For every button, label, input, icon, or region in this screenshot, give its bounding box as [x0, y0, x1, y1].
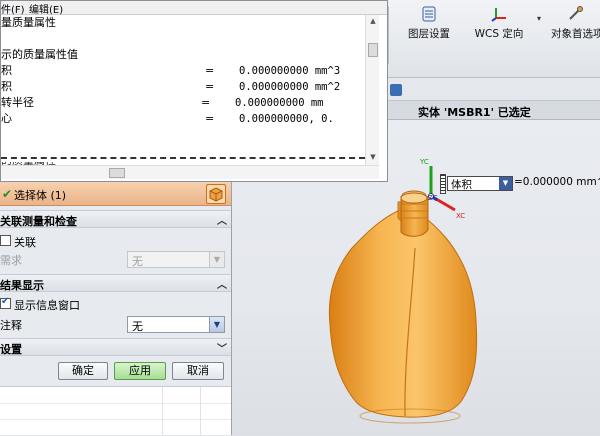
grid-line — [162, 387, 163, 436]
scroll-up-icon[interactable]: ▲ — [367, 15, 379, 27]
hscroll-thumb[interactable] — [109, 168, 125, 178]
wcs-axes-icon — [491, 8, 506, 22]
wcs-orient-label: WCS 定向 — [474, 28, 524, 40]
layer-settings-icon — [422, 6, 436, 22]
measure-type-value: 体积 — [451, 179, 472, 191]
associative-label: 关联 — [14, 236, 36, 249]
measure-widget-grip[interactable] — [440, 174, 446, 194]
info-line-label: 积 — [1, 64, 12, 77]
secondary-toolbar — [380, 78, 600, 100]
annotation-label: 注释 — [0, 319, 22, 332]
toolbar-separator — [388, 6, 389, 64]
cancel-button[interactable]: 取消 — [172, 362, 224, 380]
object-preferences-label: 对象首选项 — [551, 28, 600, 40]
object-preferences-icon — [568, 6, 583, 20]
cube-icon[interactable] — [390, 84, 402, 96]
info-line-value: 0.000000000 mm — [235, 97, 324, 109]
xc-axis-label: XC — [456, 212, 466, 220]
yc-axis-label: YC — [420, 158, 429, 166]
select-body-row[interactable]: ✔ 选择体 (1) — [0, 182, 231, 206]
wcs-dropdown-arrow[interactable]: ▾ — [537, 14, 541, 23]
info-line: 量质量属性 — [1, 16, 56, 29]
section-results-label: 结果显示 — [0, 279, 44, 292]
section-assoc-measure[interactable]: 关联测量和检查 ︿ — [0, 210, 231, 228]
grid-line — [0, 419, 231, 420]
chevron-up-icon[interactable]: ︿ — [217, 276, 227, 291]
info-line-eq: = — [205, 112, 215, 125]
info-line-label: 积 — [1, 80, 12, 93]
info-line: 示的质量属性值 — [1, 48, 78, 61]
cube-icon — [209, 187, 223, 202]
status-bar: 实体 'MSBR1' 已选定 — [380, 100, 600, 120]
annotation-select[interactable]: 无 ▼ — [127, 316, 225, 333]
section-settings[interactable]: 设置 ﹀ — [0, 338, 231, 356]
measure-type-select[interactable]: 体积 ▼ — [447, 176, 513, 191]
require-value: 无 — [132, 255, 143, 268]
associative-checkbox[interactable] — [0, 235, 11, 246]
section-settings-label: 设置 — [0, 343, 22, 356]
select-body-label: 选择体 (1) — [14, 189, 67, 202]
chevron-down-icon[interactable]: ﹀ — [217, 340, 227, 355]
info-line-value: 0.000000000 mm^2 — [239, 81, 341, 93]
info-line-eq: = — [205, 64, 215, 77]
menu-edit[interactable]: 编辑(E) — [29, 1, 63, 16]
grid-line — [200, 387, 201, 436]
info-line-label: 心 — [1, 112, 12, 125]
lower-panel — [0, 386, 231, 436]
apply-button[interactable]: 应用 — [114, 362, 166, 380]
layer-settings-button[interactable]: 图层设置 — [400, 6, 458, 41]
chevron-down-icon[interactable]: ▼ — [499, 177, 512, 190]
zc-axis-label: ZC — [428, 194, 438, 202]
info-line-cut: 的质量属性 — [1, 154, 56, 165]
chevron-down-icon[interactable]: ▼ — [209, 317, 224, 332]
layer-settings-label: 图层设置 — [408, 28, 450, 40]
info-line-eq: = — [201, 96, 211, 109]
status-text: 实体 'MSBR1' 已选定 — [418, 106, 531, 119]
require-select[interactable]: 无 ▼ — [127, 251, 225, 268]
wcs-orient-button[interactable]: WCS 定向 — [470, 6, 528, 41]
show-info-window-label: 显示信息窗口 — [14, 299, 80, 312]
info-menu-bar: 件(F) 编辑(E) — [1, 1, 387, 16]
scroll-thumb[interactable] — [368, 43, 378, 57]
select-body-cube-icon[interactable] — [206, 184, 226, 204]
require-label: 需求 — [0, 254, 22, 267]
chevron-down-icon[interactable]: ▼ — [209, 252, 224, 267]
grid-line — [0, 403, 231, 404]
menu-file[interactable]: 件(F) — [1, 1, 25, 16]
info-line-label: 转半径 — [1, 96, 34, 109]
measure-readout: =0.000000 mm^3 — [514, 176, 600, 188]
section-results-display[interactable]: 结果显示 ︿ — [0, 274, 231, 292]
measure-bodies-dialog: ✔ 选择体 (1) 关联测量和检查 ︿ 关联 需求 无 ▼ 结果显示 ︿ 显示信… — [0, 182, 232, 436]
info-line-value: 0.000000000 mm^3 — [239, 65, 341, 77]
info-line-eq: = — [205, 80, 215, 93]
annotation-value: 无 — [132, 320, 143, 333]
ok-button[interactable]: 确定 — [58, 362, 108, 380]
check-icon: ✔ — [2, 187, 13, 201]
chevron-up-icon[interactable]: ︿ — [217, 212, 227, 227]
show-info-window-checkbox[interactable] — [0, 296, 11, 309]
object-preferences-button[interactable]: 对象首选项 — [551, 6, 600, 41]
section-assoc-label: 关联测量和检查 — [0, 215, 77, 228]
